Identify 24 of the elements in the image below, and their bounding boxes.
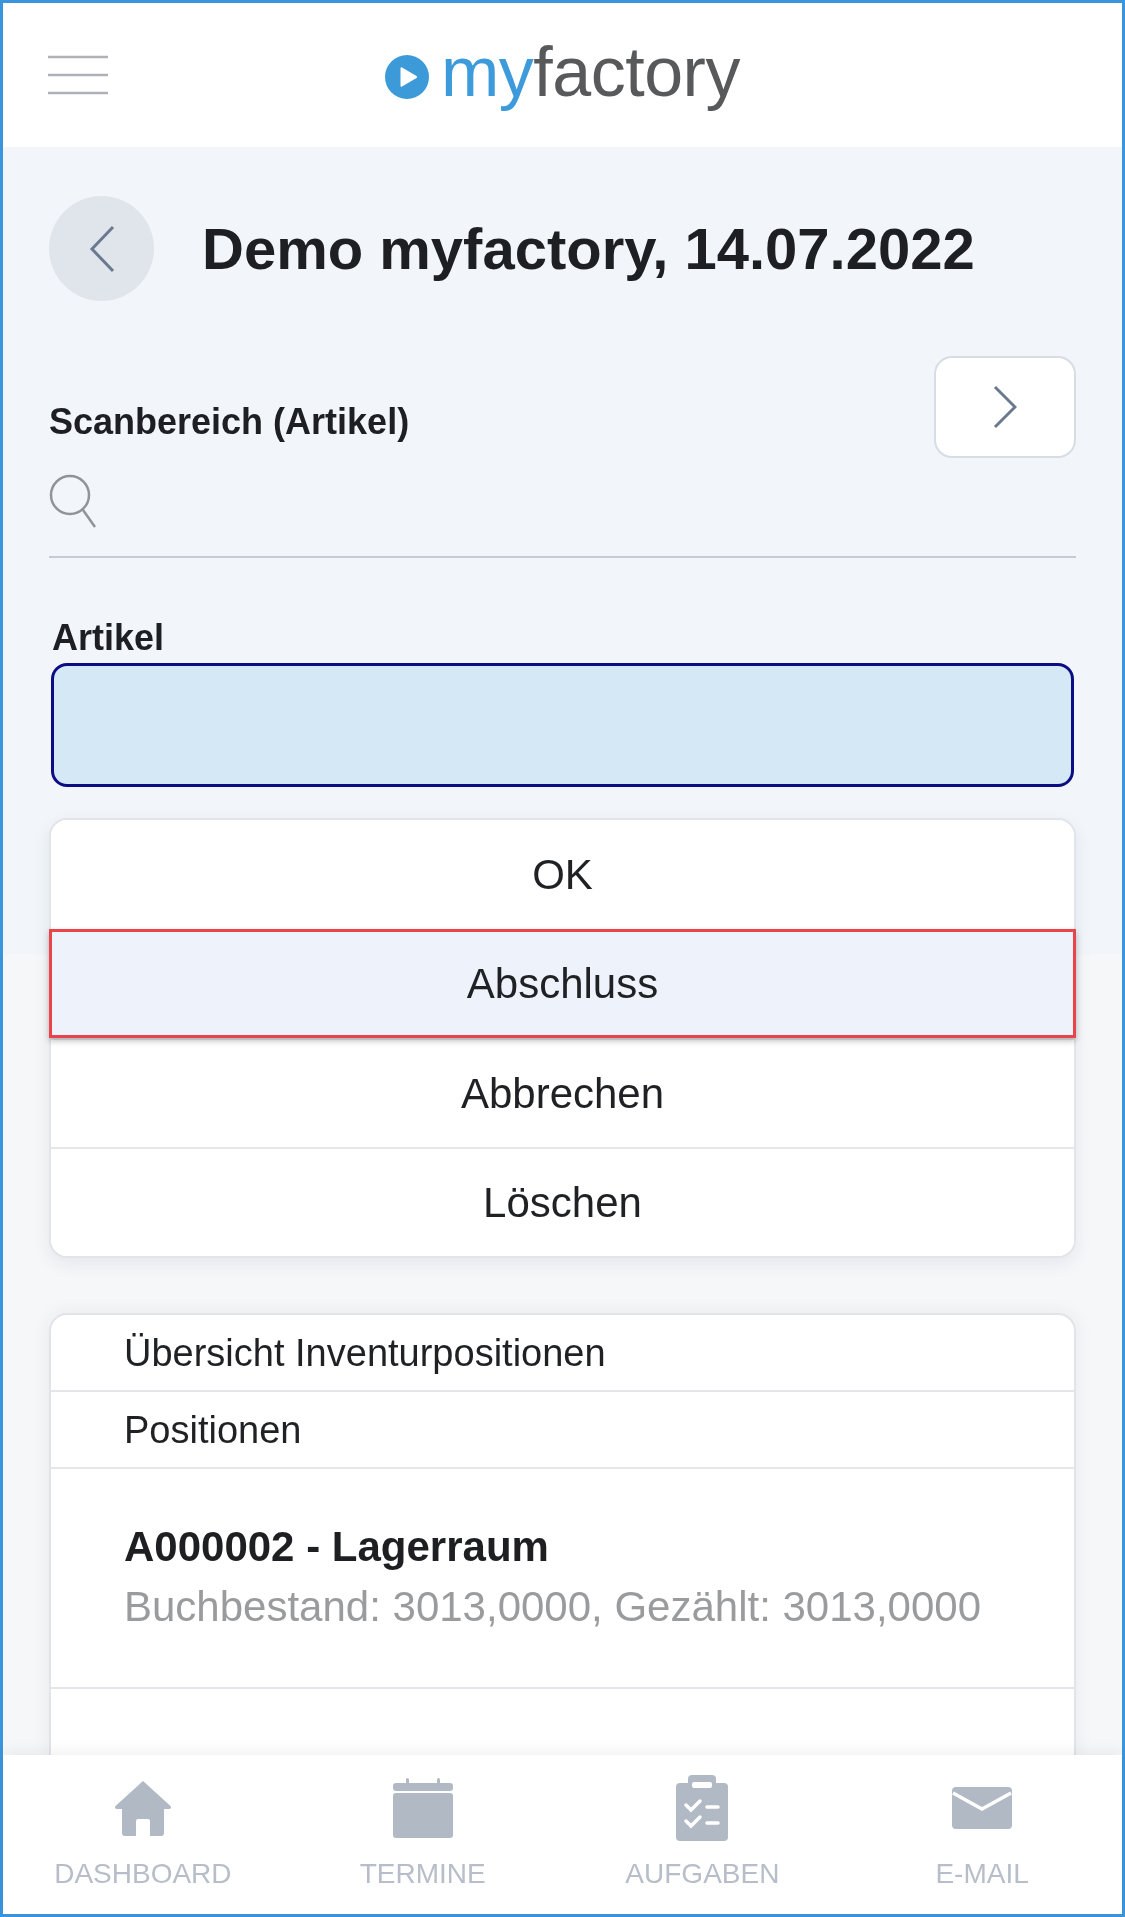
menu-icon bbox=[48, 55, 108, 95]
next-button[interactable] bbox=[934, 356, 1076, 458]
clipboard-icon bbox=[676, 1775, 729, 1841]
field-label: Scanbereich (Artikel) bbox=[49, 400, 410, 444]
action-option[interactable]: Löschen bbox=[51, 1147, 1074, 1256]
mail-icon bbox=[952, 1787, 1013, 1829]
action-option[interactable]: OK bbox=[51, 820, 1074, 929]
search-icon bbox=[49, 474, 97, 530]
list-heading: Positionen bbox=[124, 1407, 302, 1453]
chevron-right-icon bbox=[993, 385, 1017, 429]
action-option[interactable]: Abschluss bbox=[49, 929, 1076, 1038]
page-title: Demo myfactory, 14.07.2022 bbox=[202, 214, 975, 283]
home-icon bbox=[112, 1779, 173, 1837]
item-detail: Buchbestand: 3013,0000, Gezählt: 3013,0000 bbox=[124, 1582, 982, 1632]
logo-wordmark: myfactory bbox=[441, 37, 740, 113]
calendar-icon bbox=[392, 1778, 453, 1838]
list-heading: Übersicht Inventurpositionen bbox=[124, 1330, 606, 1376]
menu-button[interactable] bbox=[48, 55, 108, 95]
action-option[interactable]: Abbrechen bbox=[51, 1038, 1074, 1147]
item-title: A000002 - Lagerraum bbox=[124, 1522, 549, 1572]
field-label: Artikel bbox=[52, 616, 165, 660]
play-logo-icon bbox=[385, 55, 430, 99]
chevron-left-icon bbox=[88, 224, 115, 273]
input-field[interactable] bbox=[51, 663, 1074, 787]
